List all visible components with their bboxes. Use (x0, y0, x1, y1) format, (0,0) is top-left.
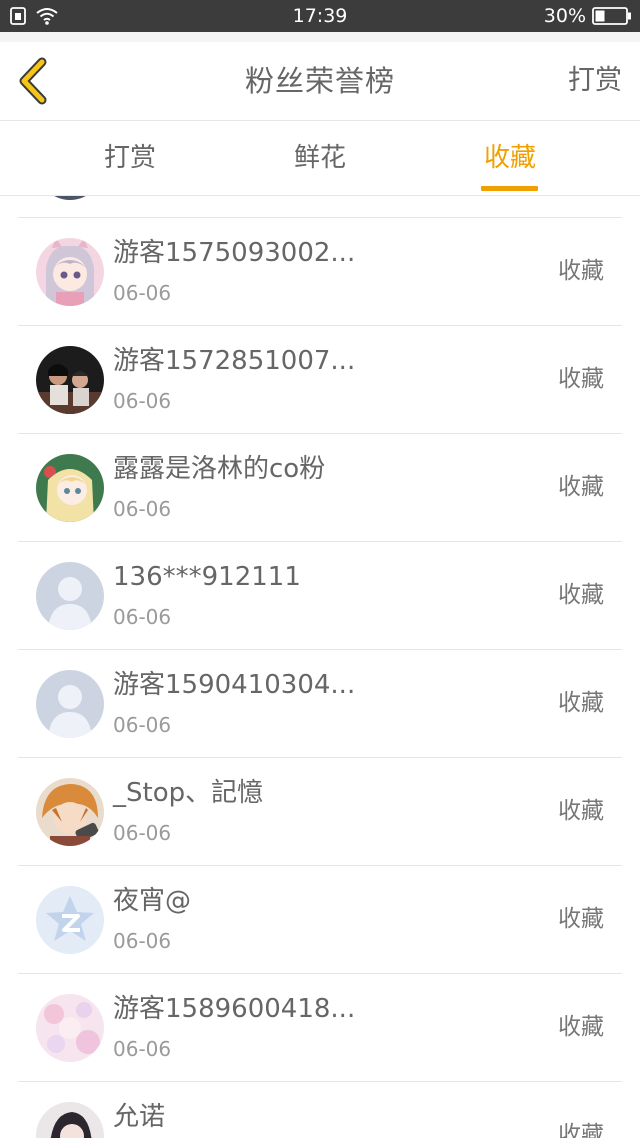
fan-name: 露露是洛林的co粉 (113, 454, 326, 484)
fan-action-type: 收藏 (558, 258, 604, 284)
list-item[interactable]: 游客1575093002... 06-06 收藏 (0, 218, 640, 326)
list-item[interactable]: 允诺 06-06 收藏 (0, 1082, 640, 1138)
anime-girl-pink-avatar (36, 238, 104, 306)
battery-icon (592, 7, 631, 25)
fan-action-type: 收藏 (558, 798, 604, 824)
fan-action-type: 收藏 (558, 1122, 604, 1138)
anime-blonde-avatar (36, 454, 104, 522)
fan-name: 游客1575093002... (113, 238, 356, 268)
fan-date: 06-06 (113, 389, 172, 413)
fan-name: 允诺 (113, 1102, 166, 1132)
active-tab-indicator (481, 186, 538, 191)
list-item[interactable]: 游客1589600418... 06-06 收藏 (0, 974, 640, 1082)
fan-action-type: 收藏 (558, 474, 604, 500)
fan-date: 06-06 (113, 281, 172, 305)
fan-date: 06-06 (113, 497, 172, 521)
tab-flowers[interactable]: 鲜花 (294, 141, 346, 175)
fan-name: 游客1590410304... (113, 670, 356, 700)
partial-avatar (37, 196, 103, 200)
fan-action-type: 收藏 (558, 582, 604, 608)
default-person-avatar (36, 670, 104, 738)
list-item[interactable]: 露露是洛林的co粉 06-06 收藏 (0, 434, 640, 542)
pink-floral-avatar (36, 994, 104, 1062)
tab-favorites[interactable]: 收藏 (484, 141, 536, 175)
header-bar: 粉丝荣誉榜 打赏 (0, 42, 640, 121)
fan-action-type: 收藏 (558, 366, 604, 392)
fan-name: 游客1572851007... (113, 346, 356, 376)
anime-boy-avatar (36, 778, 104, 846)
dark-hair-avatar (36, 1102, 104, 1138)
fan-date: 06-06 (113, 713, 172, 737)
fan-name: 夜宵@ (113, 886, 192, 916)
fan-action-type: 收藏 (558, 1014, 604, 1040)
fan-name: 136***912111 (113, 562, 301, 592)
battery-percentage: 30% (543, 5, 586, 27)
fan-date: 06-06 (113, 605, 172, 629)
fan-date: 06-06 (113, 929, 172, 953)
reward-button[interactable]: 打赏 (568, 63, 622, 99)
list-item[interactable]: 游客1572851007... 06-06 收藏 (0, 326, 640, 434)
default-person-avatar (36, 562, 104, 630)
tab-bar: 打赏 鲜花 收藏 (0, 121, 640, 196)
page-title: 粉丝荣誉榜 (244, 64, 395, 98)
list-item[interactable]: 136***912111 06-06 收藏 (0, 542, 640, 650)
photo-people-avatar (36, 346, 104, 414)
list-item[interactable]: _Stop、記憶 06-06 收藏 (0, 758, 640, 866)
fan-action-type: 收藏 (558, 906, 604, 932)
fan-date: 06-06 (113, 1037, 172, 1061)
list-item[interactable]: 游客1590410304... 06-06 收藏 (0, 650, 640, 758)
fan-list[interactable]: 游客1575093002... 06-06 收藏 游客1572851007...… (0, 196, 640, 1138)
qzone-star-avatar (36, 886, 104, 954)
tab-reward[interactable]: 打赏 (104, 141, 156, 175)
status-bar-gap (0, 32, 640, 42)
status-bar: 17:39 30% (0, 0, 640, 32)
list-item[interactable]: 夜宵@ 06-06 收藏 (0, 866, 640, 974)
fan-name: _Stop、記憶 (113, 778, 264, 808)
fan-date: 06-06 (113, 821, 172, 845)
fan-name: 游客1589600418... (113, 994, 356, 1024)
fan-action-type: 收藏 (558, 690, 604, 716)
